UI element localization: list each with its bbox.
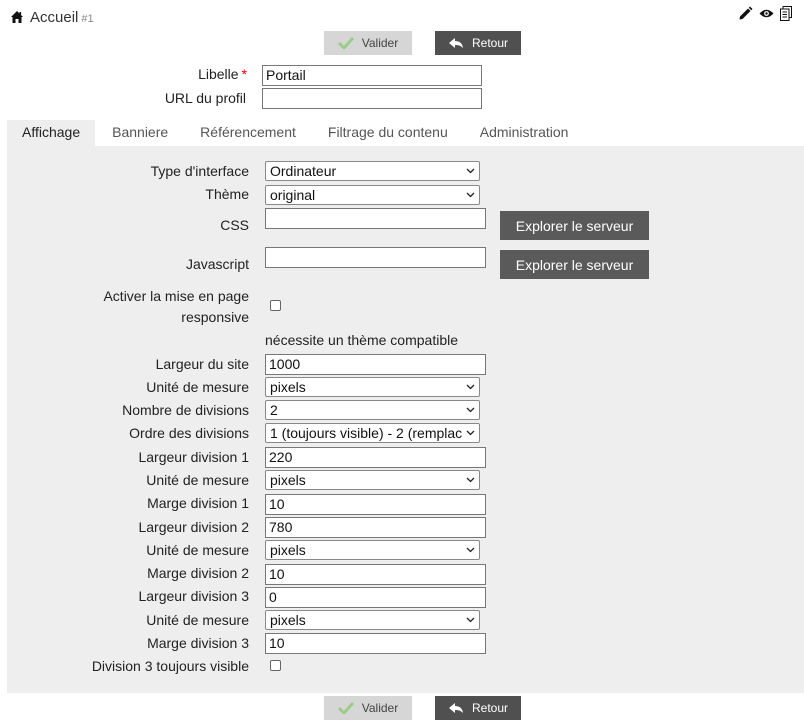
javascript-input[interactable] bbox=[265, 247, 486, 268]
marge-div3-label: Marge division 3 bbox=[147, 635, 249, 651]
page-id: #1 bbox=[81, 13, 94, 25]
marge-div3-input[interactable]: 10 bbox=[265, 633, 486, 654]
largeur-site-label: Largeur du site bbox=[155, 356, 249, 372]
chevron-down-icon bbox=[466, 477, 475, 483]
unite-site-label: Unité de mesure bbox=[146, 379, 249, 395]
url-profil-label: URL du profil bbox=[164, 90, 246, 106]
tab-banniere[interactable]: Banniere bbox=[97, 120, 183, 146]
responsive-label-line1: Activer la mise en page bbox=[103, 288, 249, 304]
eye-icon[interactable] bbox=[759, 8, 774, 19]
valider-button-top[interactable]: Valider bbox=[324, 31, 412, 55]
retour-label: Retour bbox=[471, 701, 509, 715]
marge-div2-label: Marge division 2 bbox=[147, 565, 249, 581]
div3-visible-checkbox[interactable] bbox=[270, 660, 281, 671]
retour-button-top[interactable]: Retour bbox=[435, 31, 521, 55]
back-arrow-icon bbox=[448, 38, 463, 48]
type-interface-label: Type d'interface bbox=[150, 163, 249, 179]
javascript-explorer-button[interactable]: Explorer le serveur bbox=[500, 250, 649, 279]
libelle-label: Libelle * bbox=[198, 66, 247, 82]
valider-label: Valider bbox=[361, 36, 399, 50]
tab-filtrage-contenu[interactable]: Filtrage du contenu bbox=[313, 120, 463, 146]
check-icon bbox=[337, 702, 354, 714]
tab-bar: Affichage Banniere Référencement Filtrag… bbox=[7, 120, 585, 146]
chevron-down-icon bbox=[466, 547, 475, 553]
valider-button-bottom[interactable]: Valider bbox=[324, 696, 412, 720]
chevron-down-icon bbox=[466, 407, 475, 413]
pencil-icon[interactable] bbox=[738, 6, 753, 21]
css-label: CSS bbox=[220, 217, 249, 233]
tab-affichage[interactable]: Affichage bbox=[7, 120, 96, 146]
retour-label: Retour bbox=[471, 36, 509, 50]
unite-div3-label: Unité de mesure bbox=[146, 612, 249, 628]
page-title[interactable]: Accueil bbox=[30, 9, 78, 26]
nb-divisions-select[interactable]: 2 bbox=[265, 400, 480, 420]
responsive-checkbox[interactable] bbox=[270, 300, 281, 311]
breadcrumb: Accueil #1 bbox=[10, 8, 94, 26]
theme-label: Thème bbox=[205, 186, 249, 202]
back-arrow-icon bbox=[448, 703, 463, 713]
largeur-div1-input[interactable]: 220 bbox=[265, 447, 486, 468]
chevron-down-icon bbox=[466, 192, 475, 198]
theme-select[interactable]: original bbox=[265, 185, 480, 205]
largeur-div2-input[interactable]: 780 bbox=[265, 517, 486, 538]
toolbar bbox=[738, 6, 792, 21]
unite-div1-label: Unité de mesure bbox=[146, 472, 249, 488]
unite-div2-select[interactable]: pixels bbox=[265, 540, 480, 560]
libelle-input[interactable]: Portail bbox=[262, 65, 482, 86]
required-mark: * bbox=[241, 66, 247, 82]
type-interface-select[interactable]: Ordinateur bbox=[265, 161, 480, 181]
responsive-note: nécessite un thème compatible bbox=[265, 332, 458, 348]
home-icon[interactable] bbox=[10, 10, 24, 24]
ordre-divisions-select[interactable]: 1 (toujours visible) - 2 (remplac bbox=[265, 423, 480, 443]
marge-div1-input[interactable]: 10 bbox=[265, 494, 486, 515]
unite-div2-label: Unité de mesure bbox=[146, 542, 249, 558]
css-input[interactable] bbox=[265, 208, 486, 229]
tab-referencement[interactable]: Référencement bbox=[185, 120, 311, 146]
copy-icon[interactable] bbox=[780, 6, 792, 21]
chevron-down-icon bbox=[466, 384, 475, 390]
largeur-div3-label: Largeur division 3 bbox=[138, 588, 249, 604]
responsive-label-line2: responsive bbox=[181, 309, 249, 325]
largeur-site-input[interactable]: 1000 bbox=[265, 354, 486, 375]
unite-site-select[interactable]: pixels bbox=[265, 377, 480, 397]
tab-administration[interactable]: Administration bbox=[465, 120, 584, 146]
retour-button-bottom[interactable]: Retour bbox=[435, 696, 521, 720]
marge-div2-input[interactable]: 10 bbox=[265, 564, 486, 585]
check-icon bbox=[337, 37, 354, 49]
valider-label: Valider bbox=[361, 701, 399, 715]
chevron-down-icon bbox=[466, 617, 475, 623]
javascript-label: Javascript bbox=[185, 256, 249, 272]
url-profil-input[interactable] bbox=[262, 88, 482, 109]
nb-divisions-label: Nombre de divisions bbox=[122, 402, 249, 418]
chevron-down-icon bbox=[466, 430, 475, 436]
unite-div3-select[interactable]: pixels bbox=[265, 610, 480, 630]
unite-div1-select[interactable]: pixels bbox=[265, 470, 480, 490]
largeur-div3-input[interactable]: 0 bbox=[265, 587, 486, 608]
marge-div1-label: Marge division 1 bbox=[147, 495, 249, 511]
css-explorer-button[interactable]: Explorer le serveur bbox=[500, 211, 649, 240]
largeur-div2-label: Largeur division 2 bbox=[138, 519, 249, 535]
div3-visible-label: Division 3 toujours visible bbox=[91, 658, 249, 674]
ordre-divisions-label: Ordre des divisions bbox=[129, 425, 249, 441]
chevron-down-icon bbox=[466, 168, 475, 174]
largeur-div1-label: Largeur division 1 bbox=[138, 449, 249, 465]
